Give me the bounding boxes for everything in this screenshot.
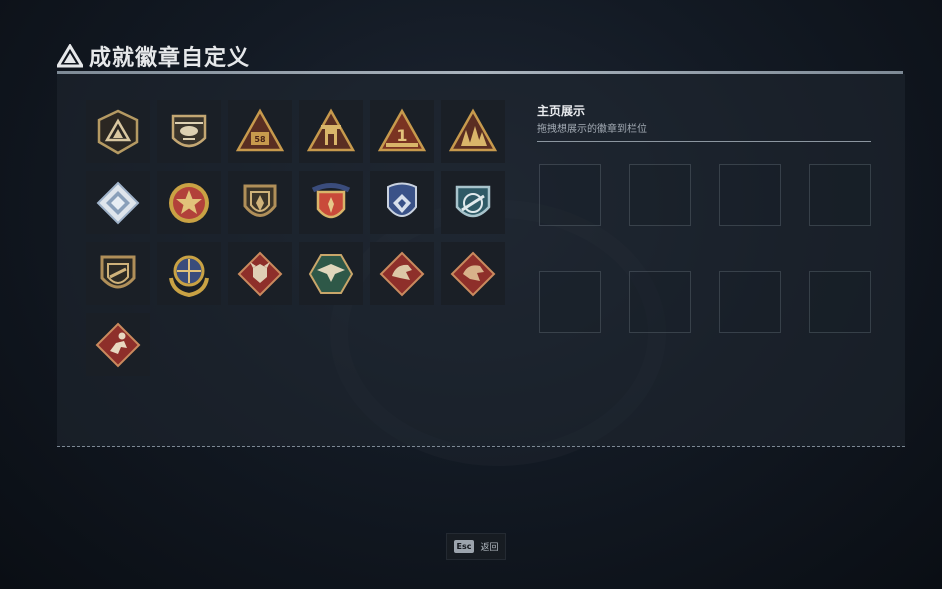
showcase-slot-7[interactable] [719,271,781,333]
starred-crest-badge-icon [311,182,351,218]
showcase-slot-5[interactable] [539,271,601,333]
showcase-slot-2[interactable] [629,164,691,226]
esc-key-label: Esc [453,540,475,553]
svg-text:1: 1 [396,126,407,145]
showcase-slot-3[interactable] [719,164,781,226]
dragon-diamond-badge-2-icon [450,251,496,296]
back-button[interactable]: Esc 返回 [446,533,506,560]
badge-slot[interactable] [299,171,363,234]
badge-slot[interactable] [299,100,363,163]
badge-slot[interactable] [86,171,150,234]
helicopter-shield-badge-icon [171,114,207,147]
showcase-slot-6[interactable] [629,271,691,333]
showcase-title: 主页展示 [537,104,586,118]
showcase-divider [537,141,871,142]
triangle-tower-badge-icon [307,107,355,151]
badge-grid: 58 1 [86,100,505,376]
runner-diamond-badge-icon [95,322,141,367]
teal-shield-rifle-badge-icon [455,185,491,217]
page-header: 成就徽章自定义 [57,40,250,72]
rifle-shield-badge-icon [100,255,136,288]
triangle-58-badge-icon: 58 [236,107,284,151]
eagle-hexagon-badge-icon [308,253,354,294]
badge-slot[interactable] [86,242,150,305]
badge-slot[interactable] [157,100,221,163]
badge-slot[interactable] [370,171,434,234]
mountain-shield-badge-icon [97,109,139,154]
wolf-diamond-badge-icon [237,251,283,296]
badge-slot[interactable] [441,100,505,163]
badge-slot[interactable] [86,100,150,163]
triangle-soldiers-badge-icon [449,107,497,151]
page-title: 成就徽章自定义 [89,46,251,71]
badge-slot[interactable] [86,313,150,376]
badge-slot[interactable] [370,242,434,305]
blue-crest-badge-icon [387,182,417,217]
badge-slot[interactable]: 58 [228,100,292,163]
badge-slot[interactable] [228,171,292,234]
dragon-diamond-badge-icon [379,251,425,296]
badge-slot[interactable]: 1 [370,100,434,163]
showcase-slot-1[interactable] [539,164,601,226]
back-label: 返回 [480,543,499,553]
blue-diamond-badge-icon [96,181,140,224]
triangle-number-one-badge-icon: 1 [378,107,426,151]
showcase-slot-4[interactable] [809,164,871,226]
badge-slot[interactable] [157,242,221,305]
badge-slot[interactable] [299,242,363,305]
badge-slot[interactable] [157,171,221,234]
badge-slot[interactable] [441,242,505,305]
delta-triangle-logo-icon [57,44,83,68]
badge-slot[interactable] [228,242,292,305]
svg-text:58: 58 [254,135,266,144]
red-star-medal-badge-icon [169,182,209,223]
showcase-subtitle: 拖拽想展示的徽章到栏位 [537,124,647,135]
badge-slot[interactable] [441,171,505,234]
crosshair-wreath-badge-icon [169,255,209,297]
gold-shield-badge-icon [243,184,277,217]
showcase-slot-8[interactable] [809,271,871,333]
